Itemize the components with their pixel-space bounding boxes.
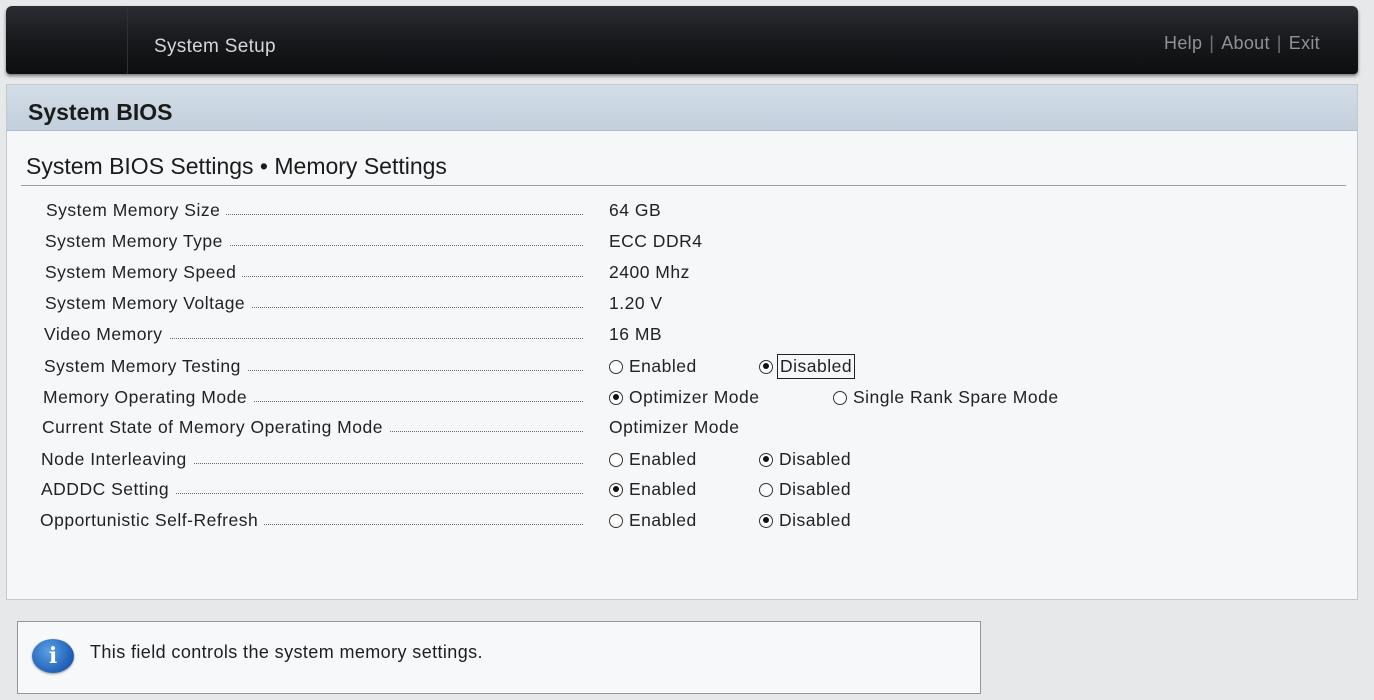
setting-value: Optimizer Mode	[609, 417, 740, 437]
radio-option-label: Enabled	[629, 356, 697, 376]
radio-option-label: Enabled	[629, 510, 697, 530]
setting-row[interactable]: Video Memory 16 MB	[7, 324, 1347, 348]
radio-option[interactable]: Enabled	[609, 479, 697, 500]
radio-button-icon[interactable]	[609, 482, 623, 497]
radio-button-icon[interactable]	[759, 513, 773, 528]
panel-header: System BIOS	[7, 85, 1357, 131]
panel-heading: System BIOS	[28, 99, 173, 125]
radio-option[interactable]: Disabled	[759, 449, 851, 470]
radio-button-icon[interactable]	[759, 359, 773, 374]
info-icon: i	[32, 639, 74, 673]
setting-row[interactable]: System Memory Size 64 GB	[7, 200, 1347, 224]
header-links: Help | About | Exit	[1164, 33, 1320, 54]
setting-row[interactable]: Current State of Memory Operating Mode Op…	[7, 417, 1347, 441]
setting-row[interactable]: Opportunistic Self-Refresh Enabled Disable…	[7, 510, 1347, 534]
radio-option[interactable]: Single Rank Spare Mode	[833, 387, 1059, 408]
setting-value: 1.20 V	[609, 293, 663, 313]
setting-label: System Memory Testing	[44, 356, 247, 377]
radio-option[interactable]: Enabled	[609, 356, 697, 377]
setting-row[interactable]: ADDDC Setting Enabled Disabled	[7, 479, 1347, 503]
setting-label: Node Interleaving	[41, 449, 193, 470]
radio-button-icon[interactable]	[609, 359, 623, 374]
radio-option[interactable]: Enabled	[609, 510, 697, 531]
radio-button-icon[interactable]	[609, 452, 623, 467]
setting-row[interactable]: Memory Operating Mode Optimizer Mode Singl…	[7, 387, 1347, 411]
setting-row[interactable]: System Memory Speed 2400 Mhz	[7, 262, 1347, 286]
radio-option-label: Optimizer Mode	[629, 387, 760, 407]
setting-label: System Memory Speed	[45, 262, 243, 283]
setting-row[interactable]: System Memory Type ECC DDR4	[7, 231, 1347, 255]
radio-button-icon[interactable]	[759, 452, 773, 467]
logo-area	[6, 6, 128, 74]
help-message: This field controls the system memory se…	[90, 642, 483, 662]
setting-label: ADDDC Setting	[41, 479, 176, 500]
setting-label: Memory Operating Mode	[43, 387, 254, 408]
divider	[21, 185, 1346, 186]
setting-label: Current State of Memory Operating Mode	[42, 417, 389, 438]
radio-button-icon[interactable]	[833, 390, 847, 405]
link-separator: |	[1209, 33, 1215, 53]
help-info-box: i This field controls the system memory …	[17, 621, 981, 694]
radio-option-label: Disabled	[779, 510, 852, 530]
page-subtitle: System BIOS Settings • Memory Settings	[26, 153, 447, 179]
setting-value: 64 GB	[609, 200, 662, 220]
setting-label: Opportunistic Self-Refresh	[40, 510, 265, 531]
setting-value: 16 MB	[609, 324, 663, 344]
radio-option[interactable]: Disabled	[759, 354, 856, 379]
exit-link[interactable]: Exit	[1289, 33, 1320, 53]
setting-value: 2400 Mhz	[609, 262, 690, 282]
link-separator: |	[1276, 33, 1282, 53]
setting-row[interactable]: System Memory Testing Enabled Disabled	[7, 354, 1347, 380]
radio-button-icon[interactable]	[609, 513, 623, 528]
app-title: System Setup	[154, 36, 276, 57]
radio-option-label: Disabled	[776, 354, 856, 379]
setting-row[interactable]: Node Interleaving Enabled Disabled	[7, 449, 1347, 473]
radio-option-label: Enabled	[629, 479, 697, 499]
settings-panel: System BIOS System BIOS Settings • Memor…	[6, 84, 1358, 600]
radio-button-icon[interactable]	[759, 482, 773, 497]
radio-option-label: Disabled	[779, 479, 852, 499]
about-link[interactable]: About	[1221, 33, 1270, 53]
radio-button-icon[interactable]	[609, 390, 623, 405]
top-bar: System Setup Help | About | Exit	[6, 6, 1358, 74]
setting-label: System Memory Size	[46, 200, 227, 221]
radio-option[interactable]: Enabled	[609, 449, 697, 470]
setting-label: Video Memory	[44, 324, 169, 345]
radio-option[interactable]: Disabled	[759, 510, 851, 531]
setting-label: System Memory Voltage	[45, 293, 252, 314]
radio-option-label: Enabled	[629, 449, 697, 469]
radio-option-label: Single Rank Spare Mode	[853, 387, 1059, 407]
setting-value: ECC DDR4	[609, 231, 703, 251]
help-link[interactable]: Help	[1164, 33, 1202, 53]
setting-row[interactable]: System Memory Voltage 1.20 V	[7, 293, 1347, 317]
setting-label: System Memory Type	[45, 231, 229, 252]
radio-option[interactable]: Disabled	[759, 479, 851, 500]
radio-option-label: Disabled	[779, 449, 852, 469]
radio-option[interactable]: Optimizer Mode	[609, 387, 760, 408]
